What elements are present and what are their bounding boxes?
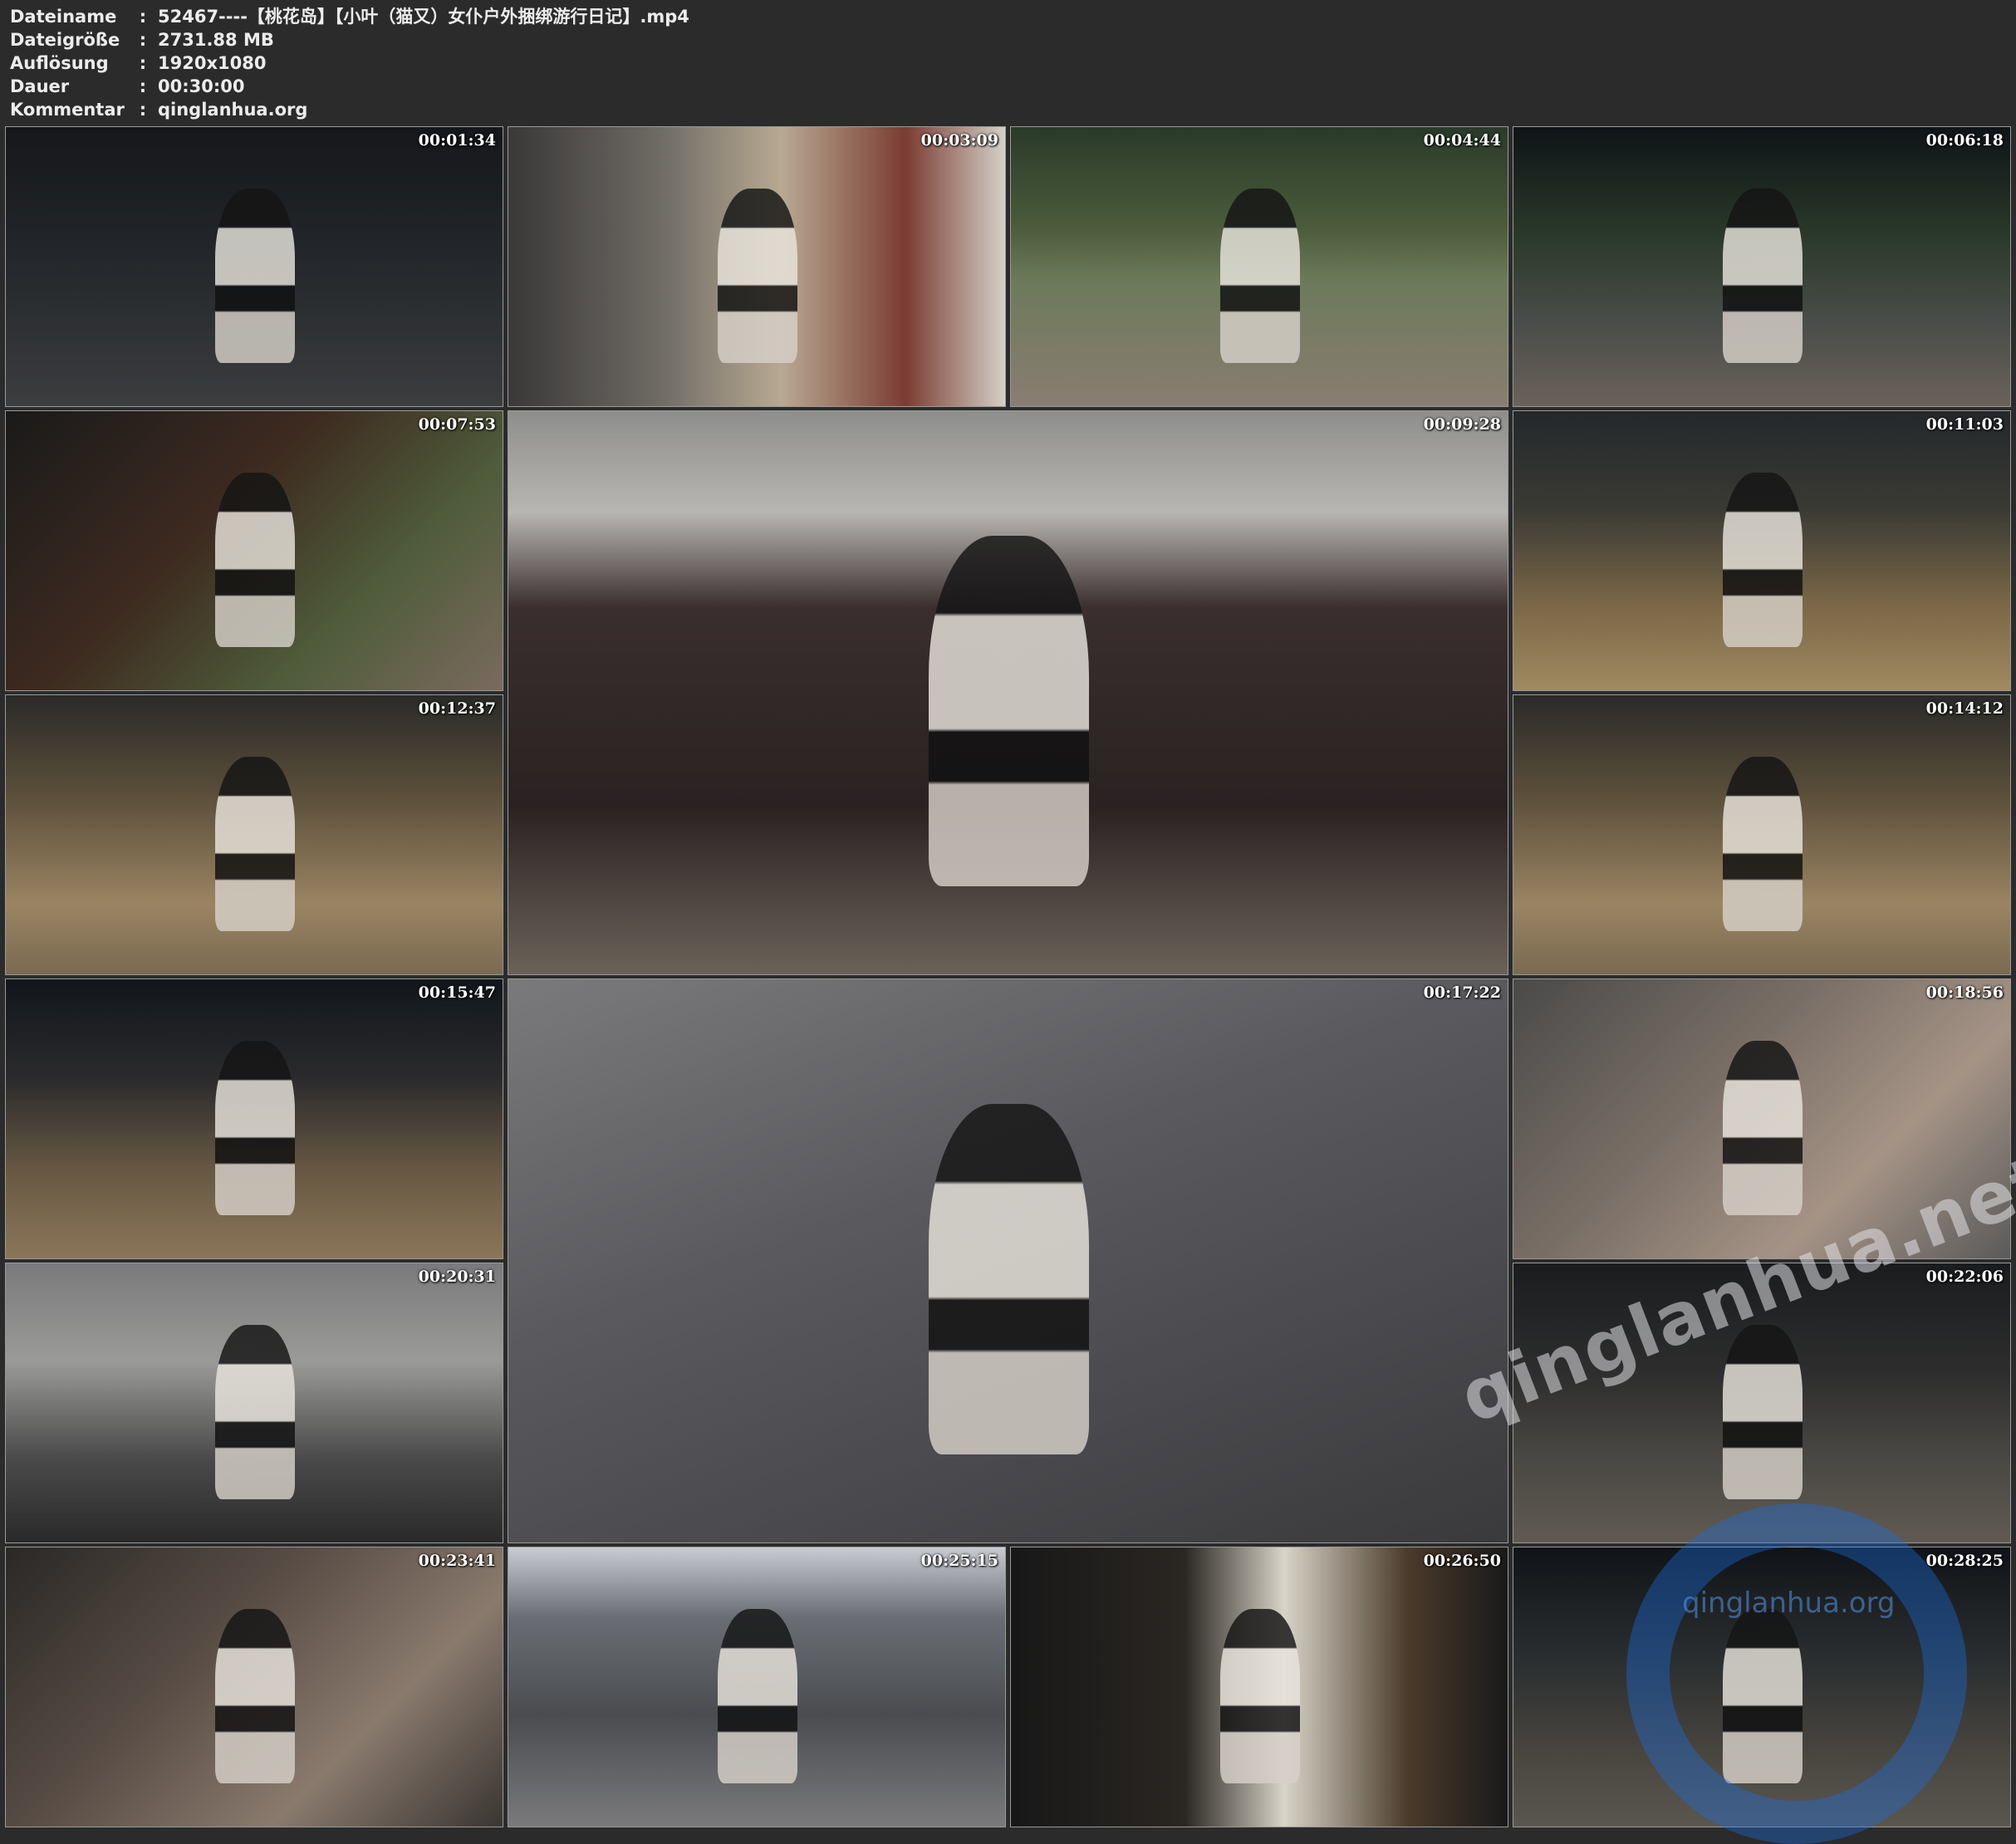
- thumbnail-timestamp: 00:12:37: [418, 699, 496, 718]
- meta-row-filesize: Dateigröße : 2731.88 MB: [10, 28, 689, 51]
- meta-row-filename: Dateiname : 52467----【桃花岛】【小叶（猫又）女仆户外捆绑游…: [10, 5, 689, 28]
- figure-silhouette: [1723, 473, 1803, 647]
- thumbnail-timestamp: 00:01:34: [418, 131, 496, 150]
- thumbnail-timestamp: 00:14:12: [1925, 699, 2004, 718]
- video-thumbnail: 00:26:50: [1010, 1547, 1508, 1827]
- figure-silhouette: [929, 536, 1089, 886]
- video-thumbnail: 00:04:44: [1010, 126, 1508, 407]
- thumbnail-timestamp: 00:22:06: [1925, 1268, 2004, 1286]
- figure-silhouette: [215, 1041, 295, 1215]
- meta-value-filename: 52467----【桃花岛】【小叶（猫又）女仆户外捆绑游行日记】.mp4: [158, 7, 689, 27]
- video-thumbnail: 00:12:37: [5, 694, 503, 975]
- figure-silhouette: [1220, 1609, 1300, 1783]
- figure-silhouette: [215, 189, 295, 363]
- meta-row-resolution: Auflösung : 1920x1080: [10, 51, 689, 75]
- figure-silhouette: [929, 1104, 1089, 1454]
- figure-silhouette: [1723, 1041, 1803, 1215]
- meta-separator: :: [139, 100, 147, 120]
- video-thumbnail: 00:15:47: [5, 978, 503, 1259]
- video-thumbnail: 00:17:22: [508, 978, 1508, 1543]
- video-thumbnail: 00:11:03: [1513, 410, 2011, 691]
- meta-label: Auflösung: [10, 53, 109, 73]
- video-thumbnail: 00:09:28: [508, 410, 1508, 975]
- video-thumbnail: 00:01:34: [5, 126, 503, 407]
- thumbnail-timestamp: 00:25:15: [920, 1552, 998, 1570]
- thumbnail-timestamp: 00:23:41: [418, 1552, 496, 1570]
- meta-row-duration: Dauer : 00:30:00: [10, 75, 689, 98]
- video-thumbnail: 00:25:15: [508, 1547, 1006, 1827]
- figure-silhouette: [1723, 189, 1803, 363]
- meta-row-comment: Kommentar : qinglanhua.org: [10, 98, 689, 121]
- video-thumbnail: 00:23:41: [5, 1547, 503, 1827]
- thumbnail-timestamp: 00:18:56: [1925, 983, 2004, 1002]
- figure-silhouette: [215, 1609, 295, 1783]
- meta-value-comment: qinglanhua.org: [158, 100, 308, 120]
- circle-logo-icon: [1626, 1503, 1967, 1844]
- thumbnail-timestamp: 00:17:22: [1423, 983, 1501, 1002]
- thumbnail-timestamp: 00:03:09: [920, 131, 998, 150]
- video-thumbnail: 00:14:12: [1513, 694, 2011, 975]
- figure-silhouette: [1723, 1325, 1803, 1499]
- figure-silhouette: [1723, 757, 1803, 931]
- meta-separator: :: [139, 30, 147, 50]
- file-info-header: Dateiname : 52467----【桃花岛】【小叶（猫又）女仆户外捆绑游…: [10, 5, 689, 121]
- meta-label: Dateigröße: [10, 30, 120, 50]
- watermark-logo-text: qinglanhua.org: [1682, 1587, 1896, 1620]
- thumbnail-timestamp: 00:07:53: [418, 415, 496, 434]
- thumbnail-timestamp: 00:26:50: [1423, 1552, 1501, 1570]
- thumbnail-timestamp: 00:28:25: [1925, 1552, 2004, 1570]
- thumbnail-timestamp: 00:09:28: [1423, 415, 1501, 434]
- figure-silhouette: [1220, 189, 1300, 363]
- figure-silhouette: [215, 1325, 295, 1499]
- figure-silhouette: [215, 757, 295, 931]
- video-thumbnail: 00:06:18: [1513, 126, 2011, 407]
- meta-separator: :: [139, 53, 147, 73]
- meta-label: Dateiname: [10, 7, 117, 27]
- thumbnail-timestamp: 00:20:31: [418, 1268, 496, 1286]
- thumbnail-timestamp: 00:15:47: [418, 983, 496, 1002]
- meta-label: Kommentar: [10, 100, 125, 120]
- meta-separator: :: [139, 76, 147, 96]
- video-thumbnail: 00:20:31: [5, 1263, 503, 1543]
- thumbnail-timestamp: 00:11:03: [1925, 415, 2004, 434]
- thumbnail-timestamp: 00:04:44: [1423, 131, 1501, 150]
- meta-label: Dauer: [10, 76, 70, 96]
- meta-separator: :: [139, 7, 147, 27]
- figure-silhouette: [718, 189, 797, 363]
- meta-value-resolution: 1920x1080: [158, 53, 267, 73]
- meta-value-duration: 00:30:00: [158, 76, 245, 96]
- thumbnail-timestamp: 00:06:18: [1925, 131, 2004, 150]
- video-thumbnail: 00:07:53: [5, 410, 503, 691]
- figure-silhouette: [718, 1609, 797, 1783]
- video-thumbnail: 00:03:09: [508, 126, 1006, 407]
- meta-value-filesize: 2731.88 MB: [158, 30, 274, 50]
- figure-silhouette: [215, 473, 295, 647]
